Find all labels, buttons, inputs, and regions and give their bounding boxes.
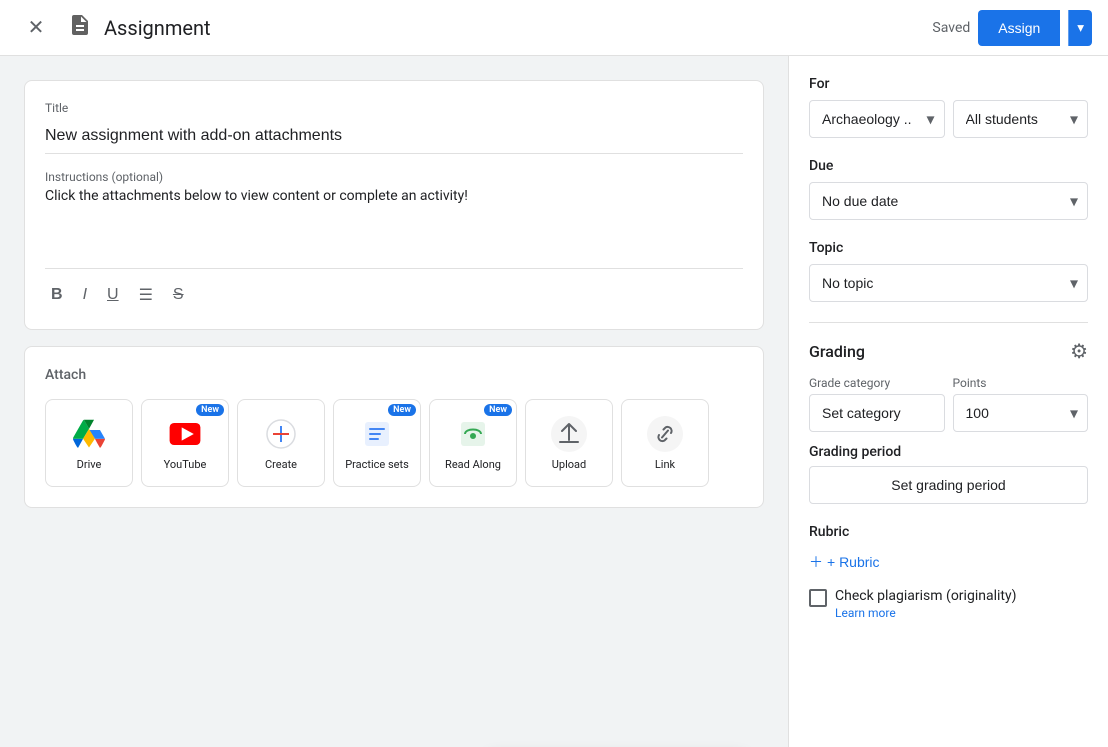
attach-grid: Drive New YouTube <box>45 399 743 487</box>
rubric-label: Rubric <box>809 524 1088 540</box>
create-icon <box>263 416 299 452</box>
attach-label: Attach <box>45 367 743 383</box>
header-right: Saved Assign ▾ <box>932 10 1092 46</box>
attach-card: Attach Drive New YouTube <box>24 346 764 508</box>
due-select[interactable]: No due date <box>809 182 1088 220</box>
attach-youtube-label: YouTube <box>164 458 207 471</box>
attach-link[interactable]: Link <box>621 399 709 487</box>
grade-category-label: Grade category <box>809 376 945 390</box>
class-select[interactable]: Archaeology ... <box>809 100 945 138</box>
practice-sets-new-badge: New <box>388 404 416 416</box>
attach-upload[interactable]: Upload <box>525 399 613 487</box>
bold-button[interactable]: B <box>45 282 69 308</box>
attach-link-label: Link <box>655 458 675 471</box>
attach-read-along[interactable]: New Read Along <box>429 399 517 487</box>
due-label: Due <box>809 158 1088 174</box>
attach-create[interactable]: Create <box>237 399 325 487</box>
formatting-toolbar: B I U ☰ S <box>45 281 743 309</box>
points-select-wrapper: 100 50 10 Ungraded ▾ <box>953 394 1089 432</box>
plagiarism-checkbox[interactable] <box>809 589 827 607</box>
topic-select-wrapper: No topic ▾ <box>809 264 1088 302</box>
right-panel: For Archaeology ... ▾ All students ▾ Due <box>788 56 1108 747</box>
due-section: Due No due date ▾ <box>809 158 1088 220</box>
attach-drive-label: Drive <box>77 458 102 471</box>
topic-select[interactable]: No topic <box>809 264 1088 302</box>
strikethrough-button[interactable]: S <box>167 282 190 308</box>
plagiarism-text-block: Check plagiarism (originality) Learn mor… <box>835 588 1016 620</box>
title-instructions-card: Title Instructions (optional) Click the … <box>24 80 764 330</box>
add-rubric-button[interactable]: ＋ + Rubric <box>809 548 880 576</box>
class-select-wrapper: Archaeology ... ▾ <box>809 100 945 138</box>
rubric-section: Rubric ＋ + Rubric <box>809 524 1088 576</box>
upload-icon <box>551 416 587 452</box>
main-layout: Title Instructions (optional) Click the … <box>0 56 1108 747</box>
grade-row: Grade category Set category Points 100 5… <box>809 376 1088 432</box>
left-panel: Title Instructions (optional) Click the … <box>0 56 788 747</box>
instructions-input[interactable]: Click the attachments below to view cont… <box>45 188 743 252</box>
grade-category-col: Grade category Set category <box>809 376 945 432</box>
saved-status: Saved <box>932 20 970 36</box>
points-col: Points 100 50 10 Ungraded ▾ <box>953 376 1089 432</box>
plus-icon: ＋ <box>809 552 823 572</box>
for-section: For Archaeology ... ▾ All students ▾ <box>809 76 1088 138</box>
attach-drive[interactable]: Drive <box>45 399 133 487</box>
attach-upload-label: Upload <box>552 458 586 471</box>
read-along-new-badge: New <box>484 404 512 416</box>
points-select[interactable]: 100 50 10 Ungraded <box>953 394 1089 432</box>
students-select-wrapper: All students ▾ <box>953 100 1089 138</box>
document-icon <box>68 13 92 43</box>
underline-button[interactable]: U <box>101 282 125 308</box>
link-icon <box>647 416 683 452</box>
grading-title: Grading <box>809 342 865 361</box>
add-rubric-label: + Rubric <box>827 554 880 570</box>
grading-section: Grading ⚙ Grade category Set category Po… <box>809 339 1088 504</box>
italic-button[interactable]: I <box>77 282 93 308</box>
points-label: Points <box>953 376 1089 390</box>
instructions-label: Instructions (optional) <box>45 170 743 184</box>
youtube-icon <box>167 416 203 452</box>
read-along-icon <box>455 416 491 452</box>
attach-youtube[interactable]: New YouTube <box>141 399 229 487</box>
plagiarism-row: Check plagiarism (originality) Learn mor… <box>809 588 1088 620</box>
app-header: ✕ Assignment Saved Assign ▾ <box>0 0 1108 56</box>
topic-section: Topic No topic ▾ <box>809 240 1088 302</box>
due-select-wrapper: No due date ▾ <box>809 182 1088 220</box>
for-row: Archaeology ... ▾ All students ▾ <box>809 100 1088 138</box>
youtube-new-badge: New <box>196 404 224 416</box>
grading-settings-button[interactable]: ⚙ <box>1070 339 1088 364</box>
assign-button[interactable]: Assign <box>978 10 1060 46</box>
students-select[interactable]: All students <box>953 100 1089 138</box>
title-input[interactable] <box>45 119 743 154</box>
close-button[interactable]: ✕ <box>16 8 56 48</box>
practice-sets-icon <box>359 416 395 452</box>
page-title: Assignment <box>104 16 211 40</box>
attach-create-label: Create <box>265 458 297 471</box>
header-left: ✕ Assignment <box>16 8 932 48</box>
topic-label: Topic <box>809 240 1088 256</box>
plagiarism-label: Check plagiarism (originality) <box>835 588 1016 604</box>
grading-header: Grading ⚙ <box>809 339 1088 364</box>
assign-dropdown-button[interactable]: ▾ <box>1068 10 1092 46</box>
learn-more-link[interactable]: Learn more <box>835 606 1016 620</box>
set-grading-period-button[interactable]: Set grading period <box>809 466 1088 504</box>
grading-period-label: Grading period <box>809 444 1088 460</box>
title-label: Title <box>45 101 743 115</box>
for-label: For <box>809 76 1088 92</box>
set-category-button[interactable]: Set category <box>809 394 945 432</box>
list-button[interactable]: ☰ <box>133 281 159 309</box>
attach-read-along-label: Read Along <box>445 458 501 471</box>
drive-icon <box>71 416 107 452</box>
attach-practice-sets[interactable]: New Practice sets <box>333 399 421 487</box>
attach-practice-sets-label: Practice sets <box>345 458 409 471</box>
